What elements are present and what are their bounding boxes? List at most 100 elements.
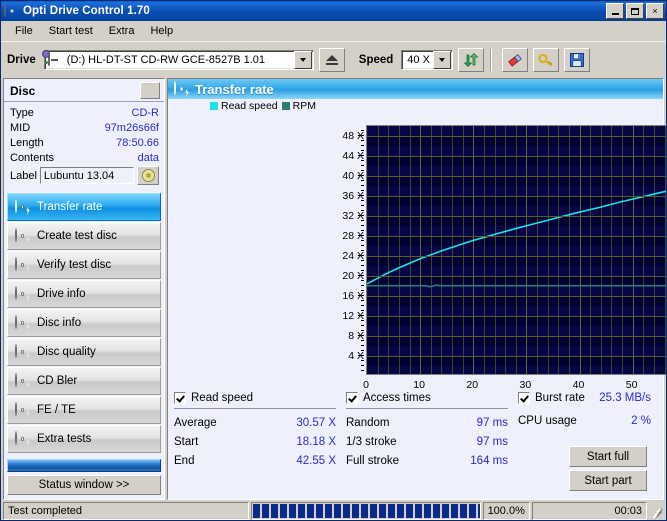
- resize-grip[interactable]: [650, 504, 664, 518]
- disc-check-icon: [15, 258, 30, 273]
- refresh-button[interactable]: [458, 48, 484, 72]
- refresh-icon: [463, 52, 480, 68]
- result-value: 18.18 X: [296, 436, 346, 448]
- y-axis-tick-mark: [361, 345, 364, 346]
- result-value: 30.57 X: [296, 417, 346, 429]
- elapsed-time: 00:03: [532, 502, 647, 520]
- sidebar-item-fe-te[interactable]: FE / TE: [7, 396, 161, 424]
- sidebar-item-extra-tests[interactable]: Extra tests: [7, 425, 161, 453]
- progress-segment: [397, 504, 404, 518]
- eject-button[interactable]: [319, 48, 345, 72]
- chart-plot-area: 4 X8 X12 X16 X20 X24 X28 X32 X36 X40 X44…: [168, 112, 663, 384]
- result-key: End: [174, 455, 194, 467]
- menu-item-file[interactable]: File: [7, 23, 41, 39]
- y-axis-tick-mark: [358, 275, 364, 276]
- disc-row-type: Type CD-R: [10, 105, 159, 120]
- y-axis-tick-mark: [361, 140, 364, 141]
- y-axis-tick-mark: [361, 370, 364, 371]
- menu-item-extra[interactable]: Extra: [101, 23, 143, 39]
- chart-gridline-h: [367, 216, 667, 217]
- drive-select[interactable]: (D:) HL-DT-ST CD-RW GCE-8527B 1.01: [44, 50, 314, 70]
- disc-label-button[interactable]: [137, 166, 159, 185]
- eject-icon: [326, 55, 338, 65]
- y-axis-tick-mark: [361, 170, 364, 171]
- disc-label-row: Label Lubuntu 13.04: [10, 166, 159, 185]
- chart-gridline-h: [367, 336, 667, 337]
- status-bar: Test completed 100.0% 00:03: [1, 500, 666, 521]
- chart-gridline-h: [367, 276, 667, 277]
- chart-series-read-speed: [367, 163, 667, 284]
- y-axis-tick-mark: [361, 330, 364, 331]
- sidebar-spacer: [4, 454, 164, 457]
- y-axis-tick-mark: [361, 130, 364, 131]
- y-axis-tick-mark: [361, 310, 364, 311]
- chart-canvas[interactable]: [366, 125, 667, 375]
- disc-row-value: data: [138, 152, 159, 164]
- drive-select-value: (D:) HL-DT-ST CD-RW GCE-8527B 1.01: [64, 54, 293, 66]
- action-buttons: Start full Start part: [569, 446, 647, 491]
- burst-rate-label: Burst rate: [535, 392, 585, 404]
- disc-heading: Disc: [10, 84, 35, 98]
- result-key: Random: [346, 417, 389, 429]
- y-axis-tick-mark: [361, 180, 364, 181]
- sidebar-item-disc-quality[interactable]: Disc quality: [7, 338, 161, 366]
- y-axis-tick-mark: [361, 340, 364, 341]
- y-axis-tick-mark: [358, 295, 364, 296]
- menu-bar: File Start test Extra Help: [1, 21, 666, 41]
- sidebar-item-label: Disc info: [37, 317, 81, 329]
- close-button[interactable]: ×: [646, 3, 664, 19]
- read-speed-checkbox[interactable]: [174, 392, 186, 404]
- tools-button[interactable]: [533, 48, 559, 72]
- sidebar-item-verify-test-disc[interactable]: Verify test disc: [7, 251, 161, 279]
- progress-segment: [442, 504, 449, 518]
- result-row-average: Average 30.57 X: [174, 413, 346, 432]
- y-axis-tick-mark: [358, 235, 364, 236]
- maximize-button[interactable]: [626, 3, 644, 19]
- minimize-button[interactable]: [606, 3, 624, 19]
- access-times-checkbox[interactable]: [346, 392, 358, 404]
- disc-label-input[interactable]: Lubuntu 13.04: [40, 167, 134, 184]
- progress-segment: [271, 504, 278, 518]
- y-axis-tick-mark: [358, 175, 364, 176]
- disc-row-mid: MID 97m26s66f: [10, 120, 159, 135]
- sidebar-item-disc-info[interactable]: Disc info: [7, 309, 161, 337]
- status-window-button[interactable]: Status window >>: [7, 475, 161, 495]
- chart-gridline-h: [367, 136, 667, 137]
- erase-button[interactable]: [502, 48, 528, 72]
- y-axis-tick-mark: [361, 290, 364, 291]
- speed-select[interactable]: 40 X: [401, 50, 453, 70]
- y-axis-tick-mark: [361, 145, 364, 146]
- y-axis: 4 X8 X12 X16 X20 X24 X28 X32 X36 X40 X44…: [328, 125, 364, 375]
- chevron-down-icon[interactable]: [294, 51, 312, 69]
- sidebar-item-transfer-rate[interactable]: Transfer rate: [7, 193, 161, 221]
- progress-segment: [415, 504, 422, 518]
- result-value: 42.55 X: [296, 455, 346, 467]
- start-full-button[interactable]: Start full: [569, 446, 647, 467]
- key-icon: [537, 52, 555, 68]
- burst-rate-checkbox[interactable]: [518, 392, 530, 404]
- legend-label: Read speed: [221, 100, 278, 112]
- start-part-button[interactable]: Start part: [569, 470, 647, 491]
- sidebar-item-drive-info[interactable]: Drive info: [7, 280, 161, 308]
- y-axis-tick-mark: [361, 365, 364, 366]
- sidebar-item-create-test-disc[interactable]: Create test disc: [7, 222, 161, 250]
- progress-segment: [325, 504, 332, 518]
- sidebar-item-label: Transfer rate: [37, 201, 102, 213]
- y-axis-tick-mark: [361, 260, 364, 261]
- save-button[interactable]: [564, 48, 590, 72]
- disc-row-key: MID: [10, 122, 30, 134]
- disc-row-value: CD-R: [132, 107, 160, 119]
- progress-percent: 100.0%: [483, 502, 530, 520]
- read-speed-header: Read speed: [174, 390, 346, 405]
- menu-item-start-test[interactable]: Start test: [41, 23, 101, 39]
- chevron-down-icon[interactable]: [433, 51, 451, 69]
- y-axis-tick-mark: [358, 355, 364, 356]
- progress-segment: [451, 504, 458, 518]
- y-axis-tick-mark: [358, 195, 364, 196]
- menu-item-help[interactable]: Help: [142, 23, 181, 39]
- sidebar-item-cd-bler[interactable]: CD Bler: [7, 367, 161, 395]
- result-row-start: Start 18.18 X: [174, 432, 346, 451]
- legend-swatch: [282, 102, 290, 110]
- disc-row-key: Length: [10, 137, 44, 149]
- y-axis-tick-mark: [361, 225, 364, 226]
